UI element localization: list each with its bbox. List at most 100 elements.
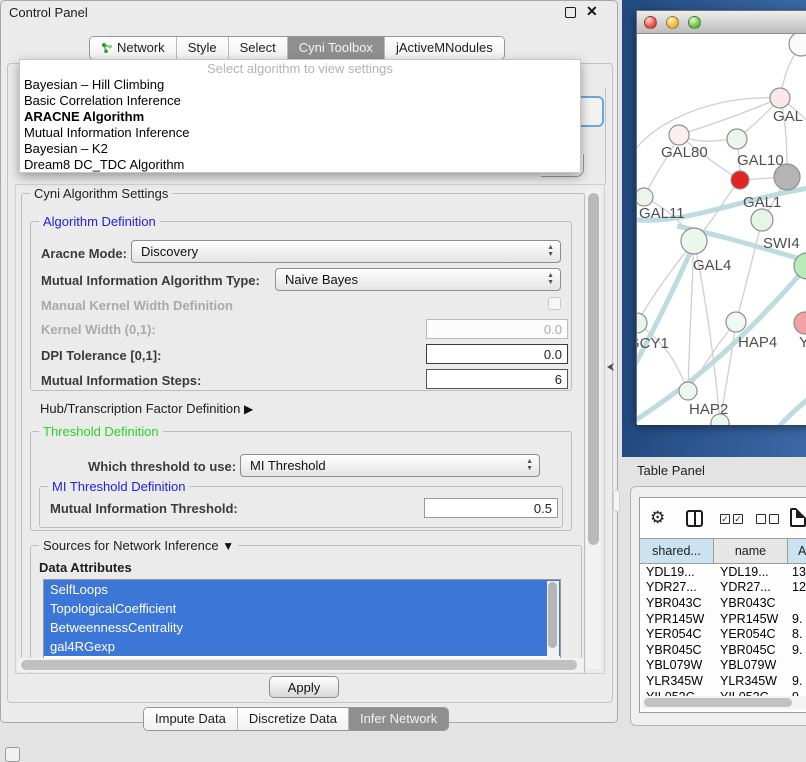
network-node[interactable] — [789, 34, 806, 56]
attribute-list-item[interactable]: BetweennessCentrality — [44, 618, 560, 637]
node-label: HAP4 — [738, 334, 777, 351]
network-node-hap4[interactable] — [726, 312, 746, 332]
table-row[interactable]: YBR045CYBR045C9. — [640, 642, 806, 658]
list-scrollbar[interactable] — [547, 581, 559, 659]
network-node-gal11[interactable] — [637, 188, 653, 206]
collapsed-panel-icon[interactable] — [5, 747, 20, 762]
group-border-fragment — [605, 87, 606, 183]
network-node-gal10[interactable] — [727, 129, 747, 149]
tab-network[interactable]: Network — [90, 37, 177, 59]
table-panel-title: Table Panel — [637, 463, 705, 478]
checked-checkbox-icon[interactable]: ✓ — [720, 514, 730, 524]
columns-icon[interactable] — [686, 510, 703, 527]
control-panel-titlebar[interactable]: Control Panel ✕ — [1, 1, 617, 25]
gear-icon[interactable]: ⚙ — [650, 509, 665, 526]
table-cell: YER054C — [640, 627, 714, 641]
tab-infer-network[interactable]: Infer Network — [349, 708, 448, 730]
dropdown-option[interactable]: Dream8 DC_TDC Algorithm — [20, 157, 580, 173]
data-attributes-list[interactable]: SelfLoopsTopologicalCoefficientBetweenne… — [43, 579, 561, 659]
unchecked-checkbox-icon[interactable] — [756, 514, 766, 524]
table-row[interactable]: YBL079WYBL079W — [640, 658, 806, 674]
table-row[interactable]: YPR145WYPR145W9. — [640, 611, 806, 627]
aracne-mode-combo[interactable]: Discovery ▲▼ — [131, 240, 561, 263]
tab-cyni-toolbox[interactable]: Cyni Toolbox — [288, 37, 385, 59]
apply-button[interactable]: Apply — [269, 676, 339, 698]
network-node[interactable] — [774, 164, 800, 190]
which-threshold-label: Which threshold to use: — [88, 459, 236, 474]
table-row[interactable]: YER054CYER054C8. — [640, 626, 806, 642]
function-page-icon[interactable] — [790, 508, 806, 527]
network-window-titlebar[interactable] — [637, 11, 806, 34]
settings-vertical-scrollbar[interactable] — [586, 189, 601, 669]
column-header[interactable]: A — [788, 539, 806, 563]
tab-discretize-data[interactable]: Discretize Data — [238, 708, 349, 730]
hub-definition-toggle[interactable]: Hub/Transcription Factor Definition ▶ — [40, 401, 253, 416]
dropdown-option[interactable]: Mutual Information Inference — [20, 125, 580, 141]
float-window-icon[interactable] — [565, 7, 576, 18]
focused-combo-fragment[interactable] — [577, 96, 604, 127]
table-cell: YDL19... — [640, 565, 714, 579]
network-node-gal4[interactable] — [681, 228, 707, 254]
unchecked-checkbox-icon[interactable] — [769, 514, 779, 524]
network-node-y[interactable] — [794, 312, 806, 334]
close-icon[interactable]: ✕ — [586, 3, 598, 20]
column-header[interactable]: name — [714, 539, 788, 563]
node-label: GAL4 — [693, 257, 731, 274]
manual-kernel-checkbox[interactable] — [548, 297, 561, 310]
tab-jactivemnodules[interactable]: jActiveMNodules — [385, 37, 504, 59]
table-row[interactable]: YLR345WYLR345W9. — [640, 673, 806, 689]
table-row[interactable]: YDL19...YDL19...13 — [640, 564, 806, 580]
scrollbar-thumb[interactable] — [588, 193, 599, 545]
tab-select[interactable]: Select — [229, 37, 288, 59]
kernel-width-field[interactable]: 0.0 — [426, 319, 568, 339]
tab-style[interactable]: Style — [177, 37, 229, 59]
attribute-list-item[interactable]: gal4RGexp — [44, 637, 560, 656]
table-cell: YBL079W — [640, 658, 714, 672]
node-table: shared... name A YDL19...YDL19...13YDR27… — [640, 538, 806, 704]
column-header[interactable]: shared... — [640, 539, 714, 563]
combo-value: Naive Bayes — [285, 272, 358, 287]
close-traffic-light-icon[interactable] — [644, 16, 657, 29]
network-node-gal1[interactable] — [731, 171, 749, 189]
table-cell: YLR345W — [640, 674, 714, 688]
network-node-gal[interactable] — [770, 88, 790, 108]
scrollbar-thumb[interactable] — [21, 660, 577, 670]
attribute-list-item[interactable]: SelfLoops — [44, 580, 560, 599]
tab-label: Discretize Data — [249, 711, 337, 726]
scrollbar-thumb[interactable] — [644, 698, 792, 707]
network-node-swi4[interactable] — [751, 209, 773, 231]
network-icon — [101, 42, 113, 54]
table-row[interactable]: YBR043CYBR043C — [640, 595, 806, 611]
hub-definition-label: Hub/Transcription Factor Definition — [40, 401, 240, 416]
checked-checkbox-icon[interactable]: ✓ — [733, 514, 743, 524]
tab-impute-data[interactable]: Impute Data — [144, 708, 238, 730]
mi-steps-field[interactable]: 6 — [426, 369, 568, 389]
combo-stepper-icon: ▲▼ — [547, 244, 554, 258]
mi-type-combo[interactable]: Naive Bayes ▲▼ — [275, 268, 561, 291]
table-horizontal-scrollbar[interactable] — [642, 696, 806, 709]
dropdown-option-selected[interactable]: ARACNE Algorithm — [20, 109, 580, 125]
attribute-list-item[interactable]: TopologicalCoefficient — [44, 599, 560, 618]
dropdown-option[interactable]: Bayesian – Hill Climbing — [20, 77, 580, 93]
network-node-gal80[interactable] — [669, 125, 689, 145]
dropdown-option[interactable]: Bayesian – K2 — [20, 141, 580, 157]
sources-title[interactable]: Sources for Network Inference ▼ — [39, 538, 238, 553]
dpi-tolerance-field[interactable]: 0.0 — [426, 344, 568, 364]
network-node-hap2[interactable] — [679, 382, 697, 400]
dropdown-option[interactable]: Basic Correlation Inference — [20, 93, 580, 109]
settings-horizontal-scrollbar[interactable] — [18, 658, 584, 672]
tab-label: Network — [117, 40, 165, 55]
which-threshold-combo[interactable]: MI Threshold ▲▼ — [240, 454, 540, 477]
table-cell: YPR145W — [640, 612, 714, 626]
mi-threshold-field[interactable]: 0.5 — [424, 498, 558, 518]
table-container: ⚙ ✓ ✓ shared... name A YDL19...YDL19...1… — [639, 497, 806, 713]
zoom-traffic-light-icon[interactable] — [688, 16, 701, 29]
table-cell: YDL19... — [714, 565, 788, 579]
panel-splitter-handle[interactable] — [613, 490, 620, 512]
minimize-traffic-light-icon[interactable] — [666, 16, 679, 29]
network-canvas[interactable]: GALGAL80GAL10GAL1GAL11SWI4GAL4GCY1HAP4YH… — [637, 34, 806, 425]
mi-threshold-definition-group: MI Threshold Definition Mutual Informati… — [39, 486, 563, 528]
scrollbar-thumb[interactable] — [548, 582, 557, 648]
manual-kernel-label: Manual Kernel Width Definition — [41, 298, 233, 313]
table-row[interactable]: YDR27...YDR27...12 — [640, 580, 806, 596]
